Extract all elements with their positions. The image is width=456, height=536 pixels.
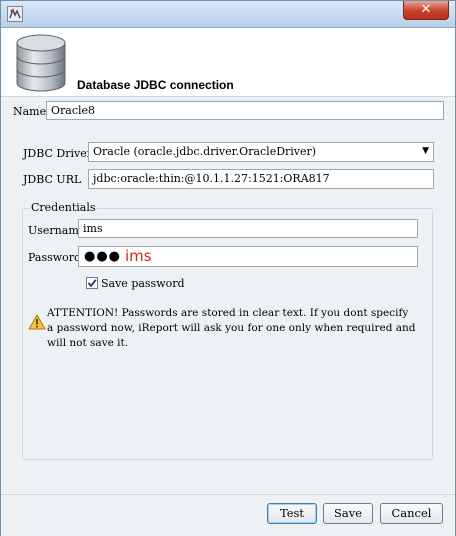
close-icon: ✕ bbox=[420, 2, 432, 17]
save-button[interactable]: Save bbox=[323, 503, 373, 524]
name-field[interactable]: Oracle8 bbox=[46, 101, 444, 120]
password-field[interactable]: ●●● ims bbox=[78, 246, 418, 267]
password-annotation: ims bbox=[125, 247, 152, 265]
form-area: Name Oracle8 JDBC Driver Oracle (oracle.… bbox=[1, 97, 455, 494]
jdbc-url-label: JDBC URL bbox=[23, 173, 82, 186]
jdbc-driver-select[interactable]: Oracle (oracle.jdbc.driver.OracleDriver)… bbox=[88, 142, 434, 162]
username-label: Username bbox=[28, 224, 86, 237]
header-title: Database JDBC connection bbox=[77, 78, 234, 92]
save-password-checkbox[interactable] bbox=[86, 277, 98, 289]
jdbc-connection-dialog: ✕ Database JDBC connection Name Oracle8 … bbox=[0, 0, 456, 536]
title-bar[interactable]: ✕ bbox=[1, 1, 455, 28]
check-icon bbox=[87, 279, 97, 288]
test-button[interactable]: Test bbox=[267, 503, 317, 524]
credentials-legend: Credentials bbox=[29, 201, 98, 214]
jdbc-driver-value: Oracle (oracle.jdbc.driver.OracleDriver) bbox=[93, 145, 317, 158]
button-bar: Test Save Cancel bbox=[1, 494, 455, 536]
username-field[interactable]: ims bbox=[78, 219, 418, 238]
close-button[interactable]: ✕ bbox=[403, 1, 449, 20]
jdbc-url-value: jdbc:oracle:thin:@10.1.1.27:1521:ORA817 bbox=[93, 172, 330, 185]
app-icon bbox=[7, 6, 23, 22]
dialog-header: Database JDBC connection bbox=[1, 28, 455, 97]
cancel-button[interactable]: Cancel bbox=[380, 503, 443, 524]
database-icon bbox=[13, 33, 69, 93]
name-label: Name bbox=[13, 105, 47, 118]
attention-message: ATTENTION! Passwords are stored in clear… bbox=[47, 307, 416, 349]
password-masked-value: ●●● bbox=[84, 249, 122, 264]
chevron-down-icon: ▼ bbox=[422, 146, 429, 156]
jdbc-url-field[interactable]: jdbc:oracle:thin:@10.1.1.27:1521:ORA817 bbox=[88, 169, 434, 189]
name-value: Oracle8 bbox=[51, 104, 96, 117]
save-password-label[interactable]: Save password bbox=[101, 277, 185, 290]
jdbc-driver-label: JDBC Driver bbox=[23, 147, 93, 160]
username-value: ims bbox=[83, 222, 103, 235]
warning-icon bbox=[28, 314, 46, 330]
password-label: Password bbox=[28, 251, 82, 264]
